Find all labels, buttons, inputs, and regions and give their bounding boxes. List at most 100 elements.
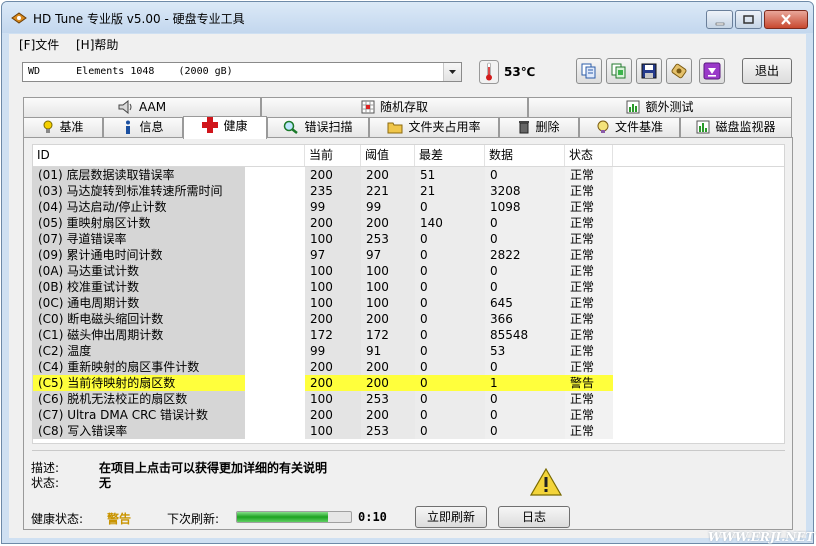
tab-benchmark-label: 基准 [59, 120, 84, 134]
table-row[interactable]: (01) 底层数据读取错误率 200 200 51 0 正常 [33, 167, 784, 183]
column-header-data[interactable]: 数据 [485, 145, 565, 166]
table-row[interactable]: (C7) Ultra DMA CRC 错误计数 200 200 0 0 正常 [33, 407, 784, 423]
hd-tune-app-icon [11, 12, 27, 24]
cell-data: 0 [485, 391, 565, 407]
bulb-icon [43, 120, 53, 133]
maximize-button[interactable] [735, 10, 762, 29]
tab-info[interactable]: 信息 [103, 117, 183, 137]
column-header-id[interactable]: ID [33, 145, 305, 166]
menu-help[interactable]: [H]帮助 [76, 36, 118, 53]
tab-erase-label: 删除 [535, 120, 560, 134]
cell-data: 1 [485, 375, 565, 391]
app-window: HD Tune 专业版 v5.00 - 硬盘专业工具 [F]文件 [H]帮助 W… [1, 1, 814, 544]
table-row[interactable]: (C5) 当前待映射的扇区数 200 200 0 1 警告 [33, 375, 784, 391]
refresh-timer: 0:10 [358, 510, 387, 524]
health-status-label: 健康状态: [31, 512, 84, 526]
tab-folder-usage[interactable]: 文件夹占用率 [369, 117, 499, 137]
table-row[interactable]: (04) 马达启动/停止计数 99 99 0 1098 正常 [33, 199, 784, 215]
drive-select[interactable]: WD Elements 1048 (2000 gB) [22, 62, 462, 82]
cell-id: (09) 累计通电时间计数 [33, 247, 245, 263]
cell-status: 正常 [565, 311, 613, 327]
options-button[interactable] [666, 58, 692, 84]
column-header-worst[interactable]: 最差 [415, 145, 485, 166]
cell-current: 99 [305, 343, 361, 359]
table-row[interactable]: (03) 马达旋转到标准转速所需时间 235 221 21 3208 正常 [33, 183, 784, 199]
table-row[interactable]: (C2) 温度 99 91 0 53 正常 [33, 343, 784, 359]
exit-button[interactable]: 退出 [742, 58, 792, 84]
cell-data: 1098 [485, 199, 565, 215]
column-header-current[interactable]: 当前 [305, 145, 361, 166]
column-header-threshold[interactable]: 阈值 [361, 145, 415, 166]
close-button[interactable] [764, 10, 808, 29]
cell-current: 200 [305, 407, 361, 423]
drive-select-value: WD Elements 1048 (2000 gB) [28, 66, 233, 77]
cell-id: (0A) 马达重试计数 [33, 263, 245, 279]
tab-error-scan-label: 错误扫描 [304, 120, 353, 134]
tab-random-access-label: 随机存取 [379, 100, 428, 114]
cell-current: 200 [305, 359, 361, 375]
tab-random-access[interactable]: 随机存取 [261, 97, 528, 117]
smart-table-header: ID 当前 阈值 最差 数据 状态 [33, 145, 784, 167]
cell-id: (C0) 断电磁头缩回计数 [33, 311, 245, 327]
table-row[interactable]: (C6) 脱机无法校正的扇区数 100 253 0 0 正常 [33, 391, 784, 407]
tab-file-benchmark[interactable]: 文件基准 [579, 117, 680, 137]
cell-status: 正常 [565, 295, 613, 311]
drive-select-arrow[interactable] [443, 63, 461, 81]
table-row[interactable]: (05) 重映射扇区计数 200 200 140 0 正常 [33, 215, 784, 231]
folder-icon [387, 122, 403, 134]
status-label: 状态: [31, 476, 60, 490]
tab-error-scan[interactable]: 错误扫描 [267, 117, 369, 137]
refresh-progress-bar [236, 511, 352, 523]
cell-worst: 0 [415, 407, 485, 423]
tab-file-benchmark-label: 文件基准 [614, 120, 663, 134]
table-row[interactable]: (07) 寻道错误率 100 253 0 0 正常 [33, 231, 784, 247]
cell-status: 正常 [565, 167, 613, 183]
tab-health[interactable]: 健康 [183, 116, 267, 139]
table-row[interactable]: (C0) 断电磁头缩回计数 200 200 0 366 正常 [33, 311, 784, 327]
cell-threshold: 253 [361, 423, 415, 439]
info-icon [126, 120, 131, 134]
table-row[interactable]: (C8) 写入错误率 100 253 0 0 正常 [33, 423, 784, 439]
speaker-icon [118, 99, 132, 115]
tab-aam[interactable]: AAM [23, 97, 261, 117]
cell-id: (C4) 重新映射的扇区事件计数 [33, 359, 245, 375]
table-row[interactable]: (0C) 通电周期计数 100 100 0 645 正常 [33, 295, 784, 311]
tab-health-label: 健康 [223, 119, 248, 133]
cell-status: 正常 [565, 263, 613, 279]
cell-current: 100 [305, 391, 361, 407]
watermark: WWW.ERJI.NET [708, 530, 815, 544]
tab-extra-tests[interactable]: 额外测试 [528, 97, 792, 117]
cell-id: (C6) 脱机无法校正的扇区数 [33, 391, 245, 407]
copy-screen-button[interactable] [606, 58, 632, 84]
save-button[interactable] [636, 58, 662, 84]
table-row[interactable]: (C1) 磁头伸出周期计数 172 172 0 85548 正常 [33, 327, 784, 343]
cell-worst: 0 [415, 231, 485, 247]
cell-data: 0 [485, 167, 565, 183]
cell-worst: 0 [415, 391, 485, 407]
column-header-status[interactable]: 状态 [565, 145, 613, 166]
cell-status: 正常 [565, 183, 613, 199]
cell-current: 100 [305, 263, 361, 279]
download-button[interactable] [699, 58, 725, 84]
tab-disk-monitor[interactable]: 磁盘监视器 [680, 117, 792, 137]
table-row[interactable]: (0A) 马达重试计数 100 100 0 0 正常 [33, 263, 784, 279]
cell-current: 200 [305, 167, 361, 183]
table-row[interactable]: (09) 累计通电时间计数 97 97 0 2822 正常 [33, 247, 784, 263]
minimize-button[interactable] [706, 10, 733, 29]
refresh-now-button[interactable]: 立即刷新 [415, 506, 487, 528]
tab-benchmark[interactable]: 基准 [23, 117, 103, 137]
smart-table[interactable]: ID 当前 阈值 最差 数据 状态 (01) 底层数据读取错误率 200 200 51… [32, 144, 785, 444]
cell-status: 正常 [565, 215, 613, 231]
cell-worst: 0 [415, 263, 485, 279]
cell-current: 99 [305, 199, 361, 215]
tab-erase[interactable]: 删除 [499, 117, 579, 137]
cell-data: 0 [485, 407, 565, 423]
log-button[interactable]: 日志 [498, 506, 570, 528]
table-row[interactable]: (0B) 校准重试计数 100 100 0 0 正常 [33, 279, 784, 295]
cell-worst: 0 [415, 343, 485, 359]
table-row[interactable]: (C4) 重新映射的扇区事件计数 200 200 0 0 正常 [33, 359, 784, 375]
copy-info-button[interactable] [576, 58, 602, 84]
download-icon [703, 62, 721, 80]
cell-status: 正常 [565, 391, 613, 407]
menu-file[interactable]: [F]文件 [19, 36, 59, 53]
